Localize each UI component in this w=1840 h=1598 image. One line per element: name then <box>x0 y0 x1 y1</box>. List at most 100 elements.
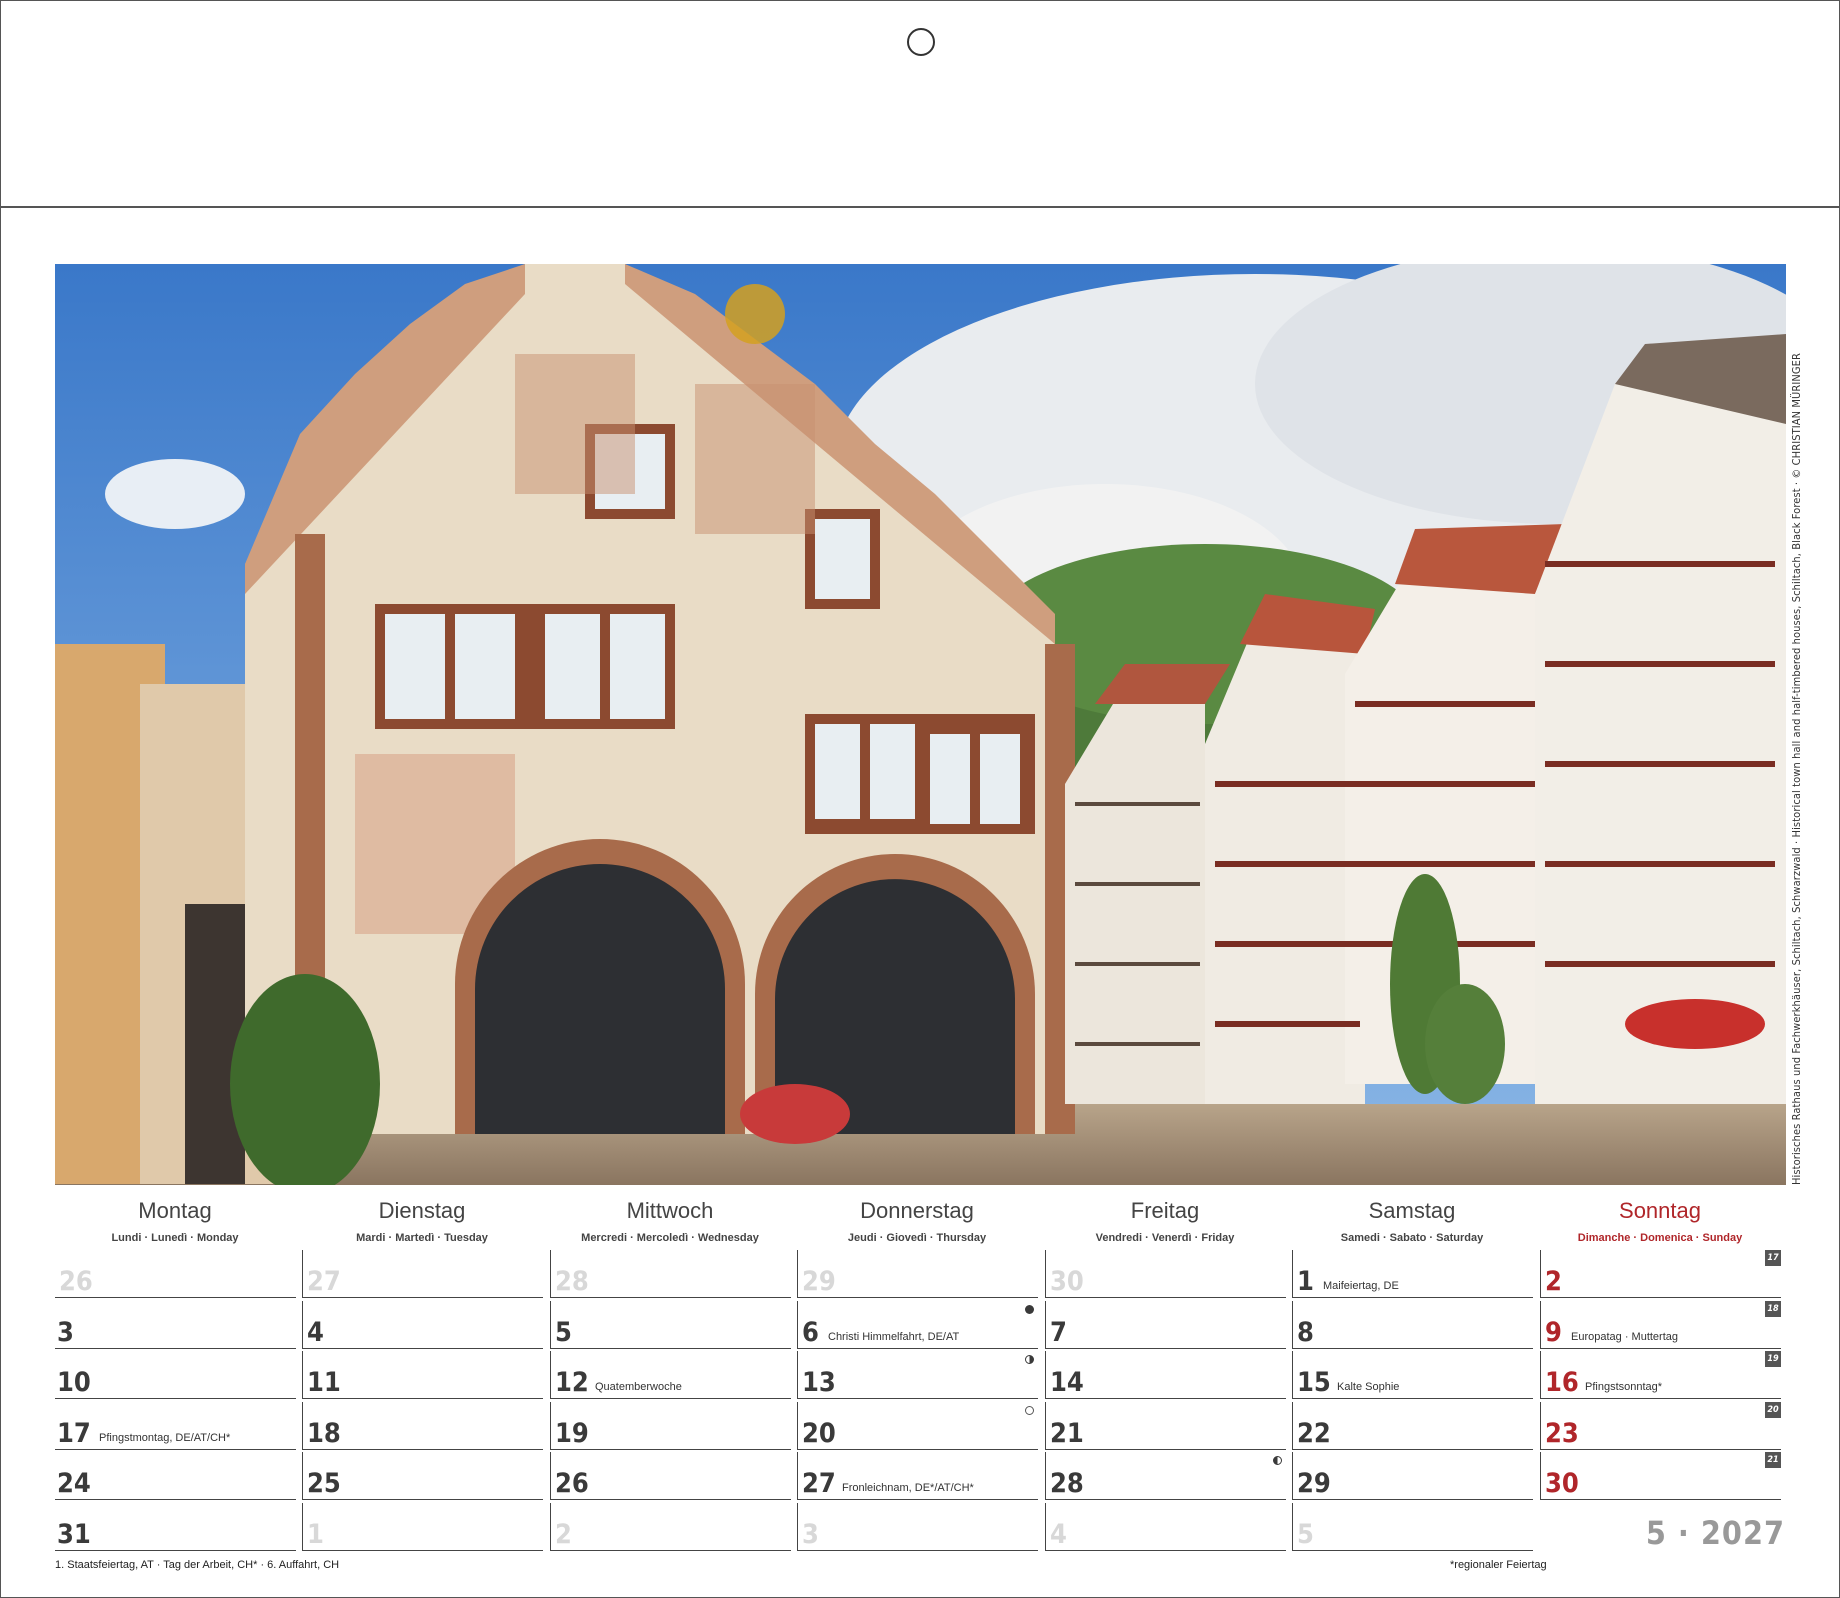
day-note: Christi Himmelfahrt, DE/AT <box>828 1330 960 1343</box>
weekday-translations: Samedi · Sabato · Saturday <box>1340 1232 1484 1244</box>
day-cell: 13 <box>797 1351 1038 1399</box>
day-cell: 11 <box>302 1351 543 1399</box>
day-cell: 15 Kalte Sophie <box>1292 1351 1533 1399</box>
day-number: 9 <box>1545 1316 1562 1348</box>
day-cell: 26 <box>55 1250 296 1298</box>
photo-credit: Historisches Rathaus und Fachwerkhäuser,… <box>1790 353 1803 1185</box>
calendar-photo <box>55 264 1786 1185</box>
day-number: 4 <box>1050 1518 1067 1550</box>
day-number: 25 <box>307 1468 341 1499</box>
day-cell: 4 <box>302 1300 543 1349</box>
day-number: 26 <box>59 1266 93 1297</box>
moon-phase-icon <box>1273 1456 1282 1465</box>
day-cell: 1 Maifeiertag, DE <box>1292 1250 1533 1298</box>
day-cell: 8 <box>1292 1300 1533 1349</box>
day-number: 19 <box>555 1417 589 1449</box>
weekday-header: Mittwoch Mercredi · Mercoledì · Wednesday <box>550 1198 790 1244</box>
day-number: 14 <box>1050 1367 1084 1398</box>
moon-phase-icon <box>1025 1304 1034 1314</box>
calendar-week-badge: 21 <box>1765 1452 1781 1468</box>
day-cell: 27 Fronleichnam, DE*/AT/CH* <box>797 1452 1038 1500</box>
day-cell: 3 <box>55 1301 296 1349</box>
day-cell: 5 <box>1292 1502 1533 1551</box>
day-cell: 6 Christi Himmelfahrt, DE/AT <box>797 1300 1038 1349</box>
day-note: Fronleichnam, DE*/AT/CH* <box>842 1482 974 1494</box>
footnote-holidays: 1. Staatsfeiertag, AT · Tag der Arbeit, … <box>55 1559 340 1571</box>
day-number: 30 <box>1545 1468 1579 1499</box>
day-number: 24 <box>57 1468 91 1499</box>
day-number: 16 <box>1545 1367 1579 1398</box>
day-cell: 26 <box>550 1452 791 1500</box>
footnote-regional: *regionaler Feiertag <box>1450 1559 1547 1571</box>
day-cell: 2 <box>550 1502 791 1551</box>
day-cell: 28 <box>1045 1452 1286 1500</box>
day-cell: 24 <box>55 1452 296 1500</box>
weekday-name: Mittwoch <box>626 1198 714 1223</box>
day-number: 22 <box>1297 1417 1331 1449</box>
weekday-header: Dienstag Mardi · Martedì · Tuesday <box>302 1198 542 1244</box>
moon-phase-icon <box>1025 1355 1034 1364</box>
day-number: 29 <box>802 1266 836 1297</box>
weekday-header: Montag Lundi · Lunedì · Monday <box>55 1198 295 1244</box>
weekday-header: Sonntag Dimanche · Domenica · Sunday <box>1540 1198 1780 1244</box>
day-number: 20 <box>802 1417 836 1449</box>
day-note: Pfingstsonntag* <box>1585 1381 1663 1393</box>
day-number: 18 <box>307 1417 341 1449</box>
day-number: 15 <box>1297 1367 1331 1398</box>
weekday-name: Sonntag <box>1619 1198 1701 1223</box>
day-number: 2 <box>1545 1266 1562 1297</box>
weekday-translations: Dimanche · Domenica · Sunday <box>1577 1232 1743 1244</box>
day-number: 3 <box>802 1518 819 1550</box>
day-number: 1 <box>1297 1266 1314 1297</box>
day-note: Quatemberwoche <box>595 1381 682 1393</box>
day-number: 11 <box>307 1367 341 1398</box>
day-cell: 22 <box>1292 1401 1533 1450</box>
day-number: 5 <box>555 1316 572 1348</box>
day-cell: 5 <box>550 1300 791 1349</box>
day-number: 30 <box>1050 1266 1084 1297</box>
day-cell: 30 <box>1045 1250 1286 1298</box>
day-cell: 27 <box>302 1250 543 1298</box>
weekday-name: Samstag <box>1368 1198 1456 1223</box>
day-number: 28 <box>1050 1468 1084 1499</box>
day-number: 3 <box>57 1316 74 1348</box>
day-number: 4 <box>307 1316 324 1348</box>
weekday-header: Samstag Samedi · Sabato · Saturday <box>1292 1198 1532 1244</box>
weekday-translations: Lundi · Lunedì · Monday <box>111 1232 239 1244</box>
weekday-translations: Jeudi · Giovedì · Thursday <box>847 1232 987 1244</box>
calendar-week-badge: 17 <box>1765 1250 1781 1266</box>
weekday-header: Donnerstag Jeudi · Giovedì · Thursday <box>797 1198 1037 1244</box>
day-number: 27 <box>307 1266 341 1297</box>
day-number: 1 <box>307 1518 324 1550</box>
day-number: 23 <box>1545 1417 1579 1449</box>
day-cell: 17 Pfingstmontag, DE/AT/CH* <box>55 1402 296 1450</box>
day-number: 26 <box>555 1468 589 1499</box>
day-cell: 25 <box>302 1452 543 1500</box>
day-cell: 1 <box>302 1502 543 1551</box>
day-cell: 23 20 <box>1540 1401 1781 1450</box>
calendar-week-badge: 20 <box>1765 1401 1781 1418</box>
weekday-name: Freitag <box>1130 1198 1200 1223</box>
day-number: 12 <box>555 1367 589 1398</box>
day-cell: 20 <box>797 1401 1038 1450</box>
weekday-name: Montag <box>138 1198 212 1223</box>
day-number: 10 <box>57 1367 91 1398</box>
weekday-translations: Vendredi · Venerdì · Friday <box>1095 1232 1235 1244</box>
day-number: 27 <box>802 1468 836 1499</box>
day-number: 31 <box>57 1518 91 1550</box>
day-cell: 19 <box>550 1401 791 1450</box>
day-cell: 9 Europatag · Muttertag 18 <box>1540 1300 1781 1349</box>
weekday-translations: Mercredi · Mercoledì · Wednesday <box>581 1232 759 1244</box>
day-cell: 14 <box>1045 1351 1286 1399</box>
day-note: Maifeiertag, DE <box>1323 1280 1399 1292</box>
day-number: 2 <box>555 1518 572 1550</box>
day-cell: 3 <box>797 1502 1038 1551</box>
day-cell: 31 <box>55 1503 296 1551</box>
day-cell: 21 <box>1045 1401 1286 1450</box>
day-cell: 12 Quatemberwoche <box>550 1351 791 1399</box>
day-note: Kalte Sophie <box>1337 1381 1400 1393</box>
day-note: Pfingstmontag, DE/AT/CH* <box>99 1431 231 1444</box>
day-number: 8 <box>1297 1316 1314 1348</box>
day-cell: 29 <box>797 1250 1038 1298</box>
weekday-translations: Mardi · Martedì · Tuesday <box>356 1232 488 1244</box>
